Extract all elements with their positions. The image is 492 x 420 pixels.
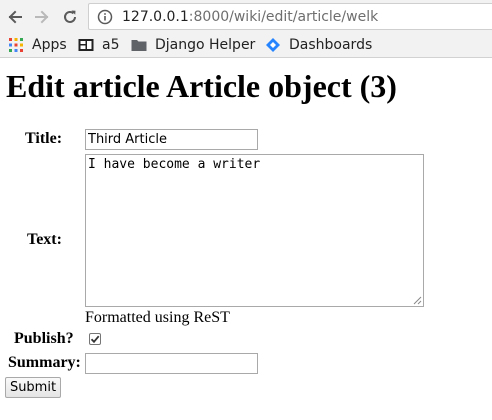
- jira-diamond-icon: [265, 37, 281, 53]
- bookmark-label: Apps: [32, 37, 67, 53]
- url-path: :8000/wiki/edit/article/welk: [188, 8, 379, 25]
- resize-grip-icon[interactable]: [412, 295, 422, 305]
- browser-toolbar: 127.0.0.1:8000/wiki/edit/article/welk: [0, 0, 492, 33]
- text-help: Formatted using ReST: [85, 309, 230, 326]
- title-input[interactable]: [85, 129, 258, 150]
- submit-button[interactable]: Submit: [5, 377, 61, 398]
- apps-grid-icon: [8, 37, 24, 53]
- page-title: Edit article Article object (3): [6, 68, 397, 104]
- text-textarea[interactable]: I have become a writer: [85, 154, 424, 307]
- reload-icon: [64, 10, 76, 23]
- bookmark-dashboards[interactable]: Dashboards: [265, 33, 372, 57]
- text-label: Text:: [27, 231, 62, 248]
- url-host: 127.0.0.1: [122, 8, 189, 25]
- bookmark-apps[interactable]: Apps: [8, 33, 67, 57]
- bookmarks-bar: Apps a5 Django Helper Dashboards: [0, 33, 492, 58]
- bookmark-label: Django Helper: [155, 37, 256, 53]
- bookmark-a5[interactable]: a5: [78, 33, 120, 57]
- reload-button[interactable]: [57, 4, 83, 30]
- bookmark-label: Dashboards: [289, 37, 373, 53]
- forward-arrow-icon: [35, 10, 49, 24]
- info-icon[interactable]: [97, 9, 113, 25]
- forward-button[interactable]: [29, 4, 55, 30]
- address-bar[interactable]: 127.0.0.1:8000/wiki/edit/article/welk: [88, 3, 492, 30]
- publish-label: Publish?: [14, 330, 74, 347]
- bookmark-label: a5: [102, 37, 120, 53]
- summary-label: Summary:: [8, 354, 81, 371]
- publish-checkbox[interactable]: [89, 333, 101, 345]
- title-label: Title:: [25, 130, 63, 147]
- folder-icon: [131, 37, 147, 53]
- bookmark-django-helper[interactable]: Django Helper: [131, 33, 255, 57]
- back-button[interactable]: [2, 4, 28, 30]
- summary-input[interactable]: [85, 353, 258, 374]
- bookmark-page-icon: [78, 37, 94, 53]
- back-arrow-icon: [8, 10, 22, 24]
- checkmark-icon: [90, 335, 100, 344]
